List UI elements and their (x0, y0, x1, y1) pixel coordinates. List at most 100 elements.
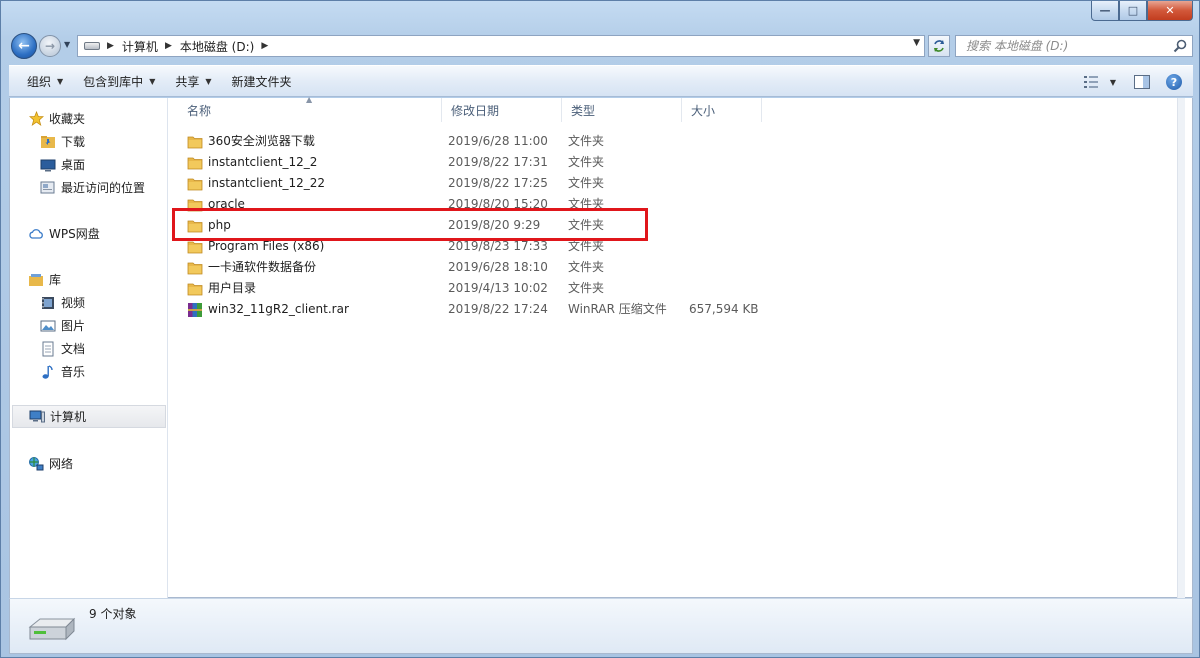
preview-pane-button[interactable] (1129, 71, 1155, 93)
forward-button[interactable]: → (39, 35, 61, 57)
wps-group: WPS网盘 (10, 222, 168, 245)
file-name-cell: instantclient_12_2 (187, 152, 317, 173)
sidebar-item-documents[interactable]: 文档 (10, 337, 168, 360)
star-icon (28, 111, 44, 127)
minimize-button[interactable]: — (1091, 1, 1119, 21)
sidebar-item-label: 下载 (61, 135, 86, 149)
column-header-size[interactable]: 大小 (682, 98, 762, 122)
include-in-library-label: 包含到库中 (83, 74, 144, 89)
file-name: instantclient_12_22 (208, 176, 326, 190)
network-group: 网络 (10, 452, 168, 475)
file-date: 2019/8/20 15:20 (448, 197, 548, 211)
view-controls: ▼ ? (1077, 66, 1193, 98)
sidebar-item-wps-cloud[interactable]: WPS网盘 (10, 222, 168, 245)
table-row[interactable]: win32_11gR2_client.rar 2019/8/22 17:24 Win… (169, 299, 1185, 320)
breadcrumb-drive-d[interactable]: 本地磁盘 (D:) (180, 38, 254, 55)
refresh-icon (934, 40, 944, 52)
drive-icon (84, 42, 100, 50)
file-name-cell: win32_11gR2_client.rar (187, 299, 349, 320)
sidebar-item-desktop[interactable]: 桌面 (10, 153, 168, 176)
file-type: 文件夹 (568, 197, 605, 211)
search-icon[interactable] (1172, 38, 1188, 54)
vertical-scrollbar[interactable] (1177, 98, 1185, 598)
table-row[interactable]: 一卡通软件数据备份 2019/6/28 18:10 文件夹 (169, 257, 1185, 278)
picture-icon (40, 318, 56, 334)
folder-icon (187, 260, 203, 276)
file-date: 2019/8/22 17:24 (448, 302, 548, 316)
table-row[interactable]: 用户目录 2019/4/13 10:02 文件夹 (169, 278, 1185, 299)
breadcrumb-computer[interactable]: 计算机 (122, 38, 158, 55)
table-row[interactable]: instantclient_12_2 2019/8/22 17:31 文件夹 (169, 152, 1185, 173)
sidebar-item-network[interactable]: 网络 (10, 452, 168, 475)
command-bar: 组织 ▼ 包含到库中 ▼ 共享 ▼ 新建文件夹 ▼ ? (9, 65, 1193, 97)
network-icon (28, 456, 44, 472)
help-icon: ? (1166, 74, 1182, 90)
chevron-down-icon: ▼ (1109, 77, 1117, 87)
back-button[interactable]: ← (11, 33, 37, 59)
breadcrumb-separator-icon[interactable]: ▶ (165, 41, 172, 51)
include-in-library-button[interactable]: 包含到库中 ▼ (73, 68, 165, 94)
close-button[interactable]: ✕ (1147, 1, 1193, 21)
breadcrumb-separator-icon[interactable]: ▶ (107, 41, 114, 51)
sidebar-item-libraries[interactable]: 库 (10, 268, 168, 291)
window-controls: — □ ✕ (1091, 1, 1193, 21)
file-name: oracle (208, 197, 245, 211)
new-folder-button[interactable]: 新建文件夹 (222, 68, 302, 94)
breadcrumb-separator-icon[interactable]: ▶ (261, 41, 268, 51)
address-dropdown-icon[interactable]: ▼ (913, 38, 920, 48)
chevron-down-icon: ▼ (149, 76, 156, 86)
sidebar-item-favorites[interactable]: 收藏夹 (10, 107, 168, 130)
folder-icon (187, 176, 203, 192)
organize-label: 组织 (27, 74, 52, 89)
item-count: 9 个对象 (89, 607, 137, 621)
folder-icon (187, 155, 203, 171)
sidebar-item-label: 计算机 (50, 410, 87, 424)
downloads-folder-icon (40, 134, 56, 150)
share-button[interactable]: 共享 ▼ (165, 68, 221, 94)
sidebar-item-label: 库 (49, 273, 62, 287)
libraries-group: 库 视频 图片 文档 音乐 (10, 268, 168, 383)
file-name: php (208, 218, 231, 232)
cloud-icon (28, 226, 44, 242)
file-date: 2019/8/20 9:29 (448, 218, 541, 232)
folder-icon (187, 134, 203, 150)
file-type: WinRAR 压缩文件 (568, 302, 667, 316)
table-row[interactable]: oracle 2019/8/20 15:20 文件夹 (169, 194, 1185, 215)
file-name-cell: oracle (187, 194, 245, 215)
file-name-cell: instantclient_12_22 (187, 173, 325, 194)
column-header-name[interactable]: 名称 (178, 98, 442, 122)
sidebar-item-label: 收藏夹 (49, 112, 86, 126)
file-rows: 360安全浏览器下载 2019/6/28 11:00 文件夹 instantclien… (169, 131, 1185, 320)
sidebar-item-music[interactable]: 音乐 (10, 360, 168, 383)
search-input[interactable] (966, 36, 1166, 56)
sidebar-item-videos[interactable]: 视频 (10, 291, 168, 314)
file-type: 文件夹 (568, 239, 605, 253)
sidebar-item-computer[interactable]: 计算机 (12, 405, 166, 428)
file-date: 2019/6/28 11:00 (448, 134, 548, 148)
help-button[interactable]: ? (1161, 71, 1187, 93)
refresh-button[interactable] (928, 35, 950, 57)
new-folder-label: 新建文件夹 (231, 74, 292, 89)
file-type: 文件夹 (568, 176, 605, 190)
sidebar-item-pictures[interactable]: 图片 (10, 314, 168, 337)
maximize-button[interactable]: □ (1119, 1, 1147, 21)
sidebar-item-downloads[interactable]: 下载 (10, 130, 168, 153)
recent-places-icon (40, 180, 56, 196)
folder-icon (187, 218, 203, 234)
column-header-type[interactable]: 类型 (562, 98, 682, 122)
search-box[interactable] (955, 35, 1193, 57)
table-row[interactable]: instantclient_12_22 2019/8/22 17:25 文件夹 (169, 173, 1185, 194)
library-icon (28, 272, 44, 288)
file-name-cell: php (187, 215, 231, 236)
address-bar[interactable]: ▶ 计算机 ▶ 本地磁盘 (D:) ▶ ▼ (77, 35, 925, 57)
table-row[interactable]: php 2019/8/20 9:29 文件夹 (169, 215, 1185, 236)
organize-button[interactable]: 组织 ▼ (17, 68, 73, 94)
file-type: 文件夹 (568, 155, 605, 169)
change-view-button[interactable]: ▼ (1077, 71, 1123, 93)
sidebar-item-recent-places[interactable]: 最近访问的位置 (10, 176, 168, 199)
column-header-date[interactable]: 修改日期 (442, 98, 562, 122)
sidebar-item-label: 最近访问的位置 (61, 181, 146, 195)
recent-pages-dropdown-icon[interactable]: ▼ (64, 40, 70, 49)
table-row[interactable]: 360安全浏览器下载 2019/6/28 11:00 文件夹 (169, 131, 1185, 152)
table-row[interactable]: Program Files (x86) 2019/8/23 17:33 文件夹 (169, 236, 1185, 257)
